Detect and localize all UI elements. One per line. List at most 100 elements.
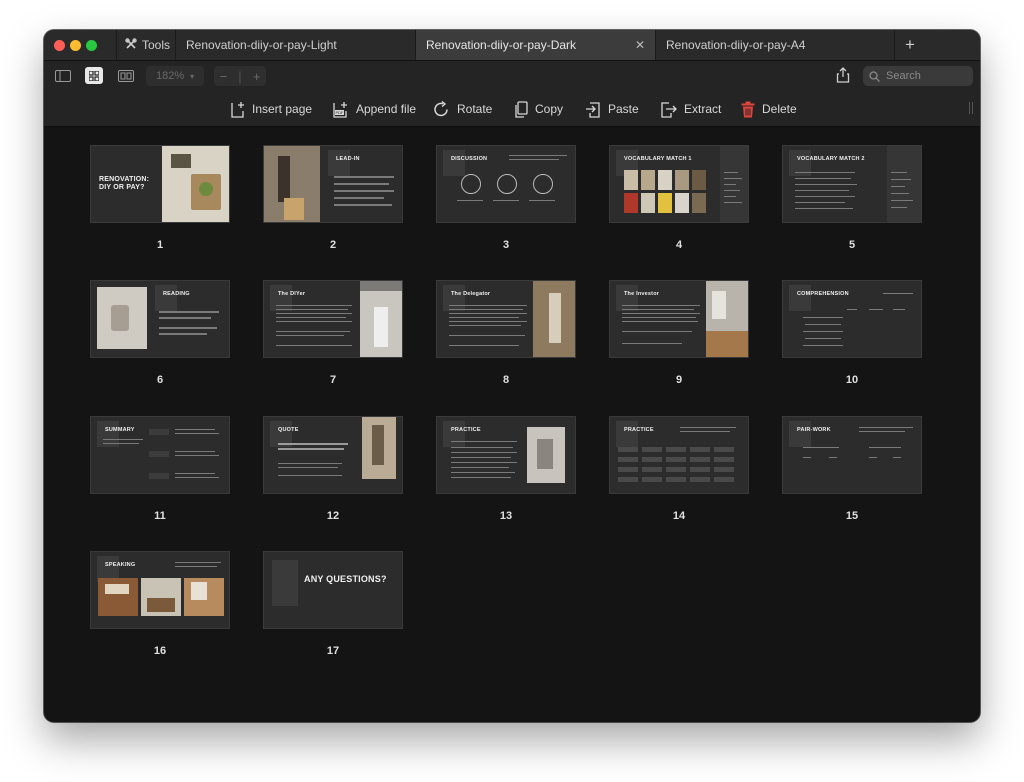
text-line xyxy=(159,333,207,335)
zoom-select[interactable]: 182% ▾ xyxy=(146,66,204,86)
zoom-out-button[interactable]: − xyxy=(220,69,228,84)
grid-view-button[interactable] xyxy=(85,67,103,84)
text-line xyxy=(859,427,913,428)
page-preview: LEAD-IN xyxy=(263,145,403,223)
text-line xyxy=(451,472,515,473)
title-block xyxy=(789,285,811,311)
page-preview: SPEAKING xyxy=(90,551,230,629)
grid-icon xyxy=(89,70,99,81)
text-line xyxy=(175,566,217,567)
text-line xyxy=(724,184,736,185)
tools-tab[interactable]: Tools xyxy=(116,30,183,60)
word-chip xyxy=(642,447,662,452)
stat-circle xyxy=(461,174,481,194)
title-block xyxy=(272,560,298,606)
page-number: 14 xyxy=(672,510,686,522)
tab-dark[interactable]: Renovation-diiy-or-pay-Dark ✕ xyxy=(415,30,655,60)
word-chip xyxy=(714,467,734,472)
page-number: 16 xyxy=(153,645,167,657)
page-preview: QUOTE xyxy=(263,416,403,494)
delete-button[interactable]: Delete xyxy=(741,100,797,118)
word-chip xyxy=(618,447,638,452)
word-chip xyxy=(666,447,686,452)
close-tab-icon[interactable]: ✕ xyxy=(635,38,645,52)
vocab-image xyxy=(624,170,638,190)
minimize-window-button[interactable] xyxy=(70,40,81,51)
action-label: Insert page xyxy=(252,102,313,116)
page-title: The Investor xyxy=(624,291,660,297)
page-preview: The Investor xyxy=(609,280,749,358)
page-photo-detail xyxy=(712,291,726,319)
page-photo-detail xyxy=(111,305,129,331)
text-line xyxy=(724,196,736,197)
sidebar-icon xyxy=(55,69,71,82)
text-line xyxy=(449,309,523,310)
page-preview: READING xyxy=(90,280,230,358)
text-line xyxy=(829,457,837,458)
text-line xyxy=(893,309,905,310)
vocab-image xyxy=(675,170,689,190)
close-window-button[interactable] xyxy=(54,40,65,51)
word-chip xyxy=(690,467,710,472)
text-line xyxy=(493,200,519,201)
word-chip xyxy=(714,477,734,482)
zoom-value: 182% xyxy=(156,70,185,82)
title-block xyxy=(789,421,811,447)
page-title: PRACTICE xyxy=(624,427,654,433)
text-line xyxy=(803,331,843,332)
insert-page-button[interactable]: Insert page xyxy=(231,100,312,118)
text-line xyxy=(175,451,215,452)
action-label: Extract xyxy=(684,102,722,116)
page-preview: RENOVATION: DIY OR PAY? xyxy=(90,145,230,223)
text-line xyxy=(276,317,346,318)
append-pdf-icon: PDF xyxy=(333,101,347,118)
vocab-image xyxy=(675,193,689,213)
share-button[interactable] xyxy=(836,67,854,85)
search-input[interactable]: Search xyxy=(863,66,973,86)
page-preview: PRACTICE xyxy=(436,416,576,494)
tab-label: Renovation-diiy-or-pay-A4 xyxy=(666,38,806,52)
text-line xyxy=(622,317,696,318)
copy-button[interactable]: Copy xyxy=(514,100,563,118)
chevron-down-icon: ▾ xyxy=(190,71,195,81)
text-line xyxy=(847,309,857,310)
page-title: PRACTICE xyxy=(451,427,481,433)
word-chip xyxy=(714,457,734,462)
paste-button[interactable]: Paste xyxy=(585,100,639,118)
stat-circle xyxy=(497,174,517,194)
text-line xyxy=(175,562,221,563)
text-line xyxy=(103,439,143,440)
vocab-image xyxy=(641,193,655,213)
two-page-view-button[interactable] xyxy=(117,67,135,84)
title-block xyxy=(443,150,465,176)
page-title: LEAD-IN xyxy=(336,156,360,162)
word-chip xyxy=(642,467,662,472)
tab-a4[interactable]: Renovation-diiy-or-pay-A4 xyxy=(655,30,894,60)
page-number: 5 xyxy=(848,239,856,251)
word-chip xyxy=(642,457,662,462)
page-photo-detail xyxy=(360,281,402,291)
append-file-button[interactable]: PDF Append file xyxy=(333,100,416,118)
page-title: PAIR-WORK xyxy=(797,427,831,433)
toolbar-resize-handle[interactable] xyxy=(969,102,973,114)
zoom-stepper: − | + xyxy=(214,66,266,86)
text-line xyxy=(724,172,738,173)
vocab-image xyxy=(692,193,706,213)
new-tab-button[interactable]: + xyxy=(894,30,925,60)
rotate-button[interactable]: Rotate xyxy=(433,100,492,118)
page-title: READING xyxy=(163,291,190,297)
tab-light[interactable]: Renovation-diiy-or-pay-Light xyxy=(175,30,415,60)
zoom-window-button[interactable] xyxy=(86,40,97,51)
text-line xyxy=(803,317,843,318)
text-line xyxy=(449,335,525,336)
sidebar-view-button[interactable] xyxy=(54,67,72,84)
text-line xyxy=(795,202,845,203)
text-line xyxy=(795,190,849,191)
zoom-in-button[interactable]: + xyxy=(253,69,261,84)
page-number: 4 xyxy=(675,239,683,251)
page-preview: DISCUSSION xyxy=(436,145,576,223)
page-preview: COMPREHENSION xyxy=(782,280,922,358)
page-title: QUOTE xyxy=(278,427,299,433)
extract-button[interactable]: Extract xyxy=(660,100,721,118)
text-line xyxy=(334,176,394,178)
